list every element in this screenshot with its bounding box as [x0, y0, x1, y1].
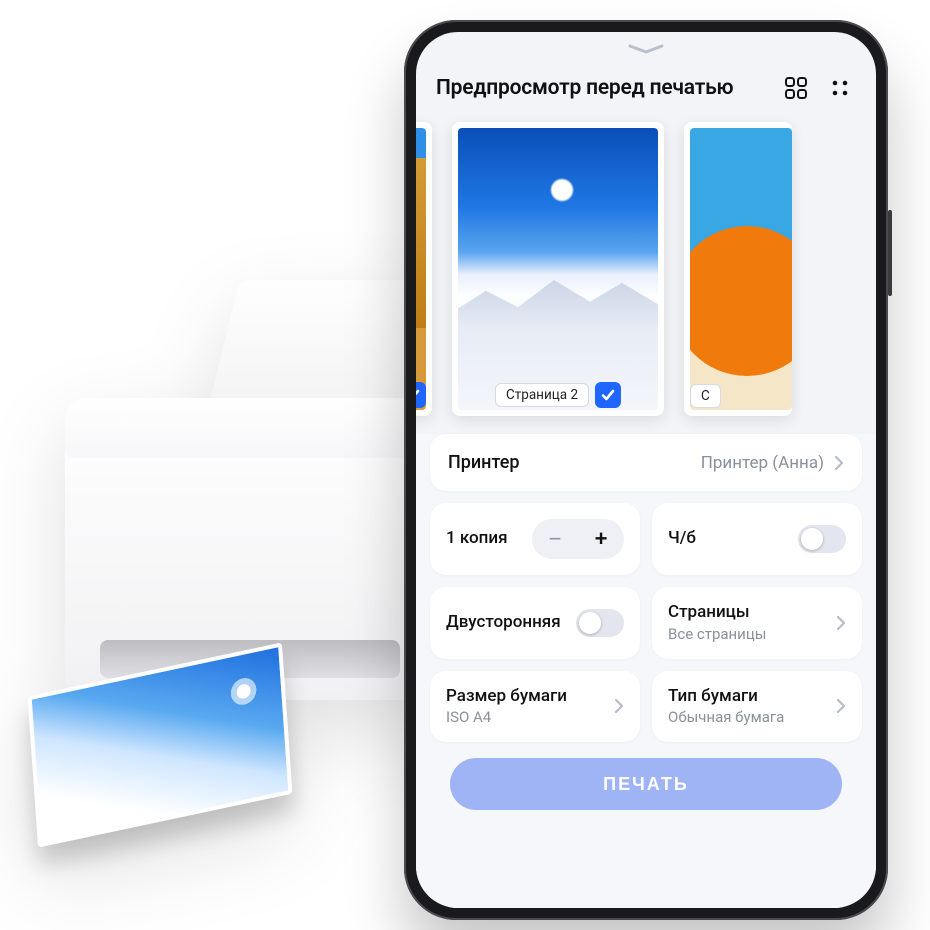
- bw-label: Ч/б: [668, 529, 788, 549]
- printer-label: Принтер: [448, 452, 691, 473]
- preview-page-2[interactable]: Страница 2: [452, 122, 664, 416]
- printer-illustration: [30, 280, 460, 840]
- chevron-right-icon: [836, 698, 846, 714]
- bw-row: Ч/б: [652, 503, 862, 575]
- paper-size-label: Размер бумаги: [446, 687, 604, 707]
- page-selected-checkbox[interactable]: [416, 382, 426, 408]
- page-label: Страница 2: [495, 383, 589, 407]
- preview-strip[interactable]: 1 Страница 2: [416, 122, 876, 434]
- copies-decrement-button[interactable]: −: [532, 519, 578, 559]
- duplex-row: Двусторонняя: [430, 587, 640, 659]
- printer-row[interactable]: Принтер Принтер (Анна): [430, 434, 862, 491]
- paper-type-label: Тип бумаги: [668, 687, 826, 707]
- more-dots-icon: [830, 78, 850, 98]
- check-icon: [416, 387, 421, 403]
- duplex-label: Двусторонняя: [446, 613, 566, 633]
- paper-type-row[interactable]: Тип бумаги Обычная бумага: [652, 671, 862, 743]
- header: Предпросмотр перед печатью: [416, 60, 876, 122]
- paper-type-value: Обычная бумага: [668, 708, 826, 726]
- grid-icon: [785, 77, 807, 99]
- preview-thumbnail: [416, 128, 426, 410]
- chevron-right-icon: [614, 698, 624, 714]
- settings-panel: Принтер Принтер (Анна) 1 копия − + Ч/б: [416, 434, 876, 908]
- printer-value: Принтер (Анна): [701, 453, 824, 473]
- paper-size-row[interactable]: Размер бумаги ISO A4: [430, 671, 640, 743]
- bw-toggle[interactable]: [798, 525, 846, 553]
- page-label: С: [690, 384, 721, 408]
- duplex-toggle[interactable]: [576, 609, 624, 637]
- app-screen: Предпросмотр перед печатью: [416, 32, 876, 908]
- pages-value: Все страницы: [668, 625, 826, 643]
- preview-page-1[interactable]: 1: [416, 122, 432, 416]
- pages-label: Страницы: [668, 603, 826, 623]
- check-icon: [600, 387, 616, 403]
- copies-increment-button[interactable]: +: [578, 519, 624, 559]
- preview-thumbnail: [690, 128, 792, 410]
- preview-thumbnail: [458, 128, 658, 410]
- preview-page-3[interactable]: С: [684, 122, 792, 416]
- page-title: Предпросмотр перед печатью: [436, 76, 768, 100]
- chevron-right-icon: [834, 455, 844, 471]
- sheet-drag-handle-icon[interactable]: [626, 42, 666, 56]
- grid-view-button[interactable]: [780, 72, 812, 104]
- copies-stepper: − +: [532, 519, 624, 559]
- copies-row: 1 копия − +: [430, 503, 640, 575]
- pages-row[interactable]: Страницы Все страницы: [652, 587, 862, 659]
- paper-size-value: ISO A4: [446, 708, 604, 726]
- copies-label: 1 копия: [446, 529, 522, 549]
- page-selected-checkbox[interactable]: [595, 382, 621, 408]
- chevron-right-icon: [836, 615, 846, 631]
- more-button[interactable]: [824, 72, 856, 104]
- phone-frame: Предпросмотр перед печатью: [404, 20, 888, 920]
- print-button[interactable]: ПЕЧАТЬ: [450, 758, 842, 810]
